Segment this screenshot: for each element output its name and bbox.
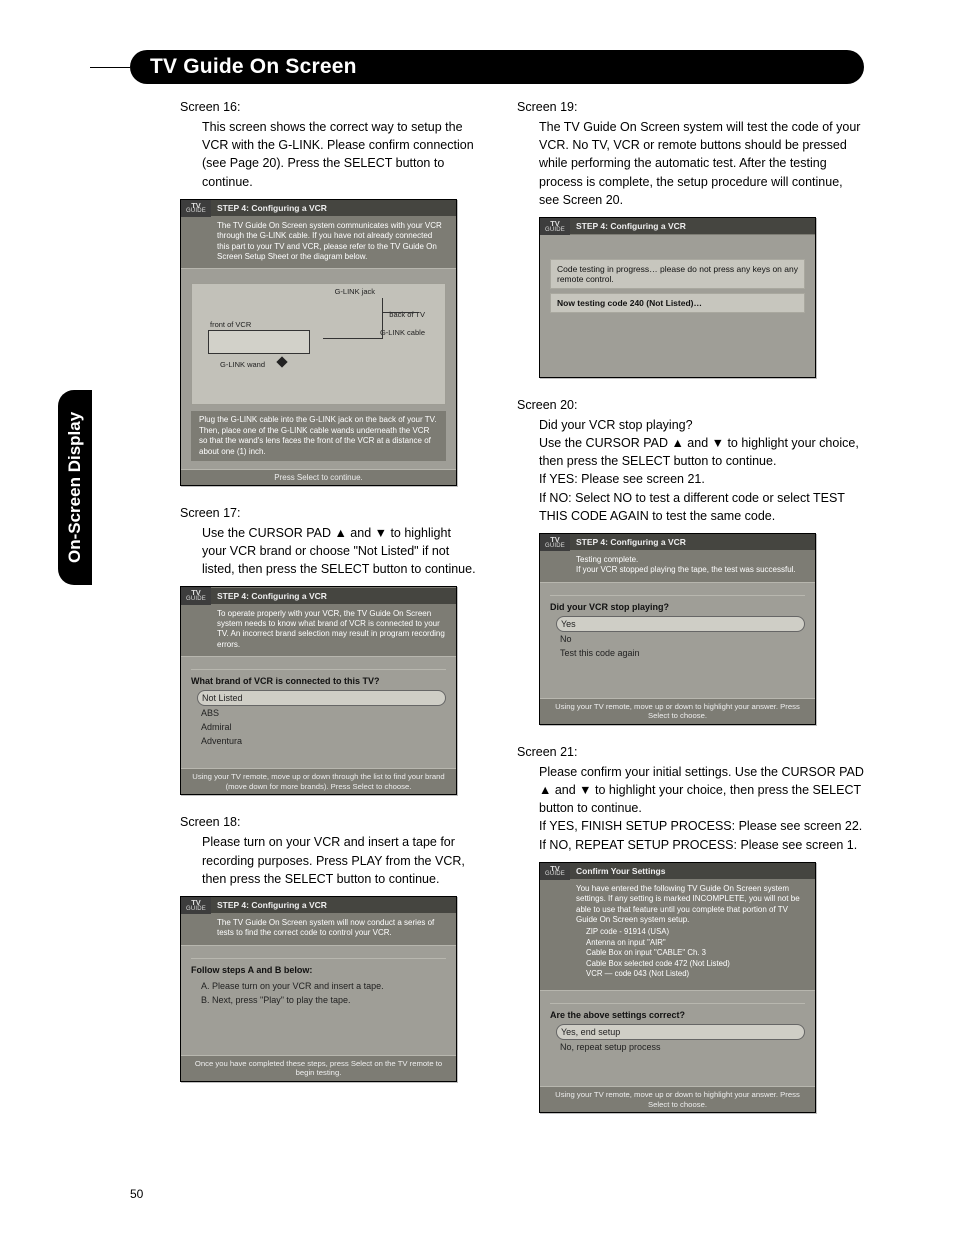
panel-step: STEP 4: Configuring a VCR bbox=[570, 218, 815, 234]
panel-footer: Press Select to continue. bbox=[181, 469, 456, 485]
panel-intro: To operate properly with your VCR, the T… bbox=[181, 605, 456, 658]
diag-glink-jack: G-LINK jack bbox=[335, 288, 375, 296]
screenshot-panel-21: TVGUIDE Confirm Your Settings You have e… bbox=[539, 862, 816, 1114]
option-not-listed[interactable]: Not Listed bbox=[197, 690, 446, 706]
screen-19: Screen 19: The TV Guide On Screen system… bbox=[517, 98, 864, 378]
diag-wand-label: G-LINK wand bbox=[220, 360, 265, 369]
option-yes-end[interactable]: Yes, end setup bbox=[556, 1024, 805, 1040]
code-test-status: Now testing code 240 (Not Listed)… bbox=[550, 293, 805, 313]
screen-17: Screen 17: Use the CURSOR PAD ▲ and ▼ to… bbox=[130, 504, 477, 795]
option-no[interactable]: No bbox=[556, 632, 805, 646]
option-abs[interactable]: ABS bbox=[197, 706, 446, 720]
screen-label: Screen 17: bbox=[180, 504, 477, 522]
setting-vcr: VCR — code 043 (Not Listed) bbox=[586, 969, 805, 980]
screen-label: Screen 16: bbox=[180, 98, 477, 116]
panel-question: Did your VCR stop playing? bbox=[550, 595, 805, 612]
panel-hint: Using your TV remote, move up or down to… bbox=[540, 1086, 815, 1112]
section-title-bar: TV Guide On Screen bbox=[130, 50, 864, 84]
screen-body: Please turn on your VCR and insert a tap… bbox=[202, 833, 477, 887]
tvguide-logo: TVGUIDE bbox=[540, 218, 570, 235]
panel-question: Are the above settings correct? bbox=[550, 1003, 805, 1020]
setting-zip: ZIP code - 91914 (USA) bbox=[586, 927, 805, 938]
screen-body: Did your VCR stop playing? Use the CURSO… bbox=[539, 416, 864, 525]
screen-body: This screen shows the correct way to set… bbox=[202, 118, 477, 191]
panel-intro: The TV Guide On Screen system will now c… bbox=[181, 914, 456, 946]
panel-question: Follow steps A and B below: bbox=[191, 958, 446, 975]
screen-label: Screen 21: bbox=[517, 743, 864, 761]
option-yes[interactable]: Yes bbox=[556, 616, 805, 632]
screen-16: Screen 16: This screen shows the correct… bbox=[130, 98, 477, 486]
screenshot-panel-20: TVGUIDE STEP 4: Configuring a VCR Testin… bbox=[539, 533, 816, 725]
tvguide-logo: TVGUIDE bbox=[181, 200, 211, 217]
panel-hint: Using your TV remote, move up or down th… bbox=[181, 768, 456, 794]
screen-21: Screen 21: Please confirm your initial s… bbox=[517, 743, 864, 1113]
option-adventura[interactable]: Adventura bbox=[197, 734, 446, 748]
tvguide-logo: TVGUIDE bbox=[540, 534, 570, 551]
glink-diagram: G-LINK jack front of VCR back of TV G-LI… bbox=[191, 283, 446, 405]
panel-step: Confirm Your Settings bbox=[570, 863, 815, 879]
page-number: 50 bbox=[130, 1187, 143, 1201]
step-b: B. Next, press "Play" to play the tape. bbox=[197, 993, 446, 1007]
left-column: Screen 16: This screen shows the correct… bbox=[130, 98, 477, 1131]
tvguide-logo: TVGUIDE bbox=[181, 587, 211, 604]
option-no-repeat[interactable]: No, repeat setup process bbox=[556, 1040, 805, 1054]
screen-18: Screen 18: Please turn on your VCR and i… bbox=[130, 813, 477, 1082]
panel-intro: The TV Guide On Screen system communicat… bbox=[181, 217, 456, 270]
right-column: Screen 19: The TV Guide On Screen system… bbox=[517, 98, 864, 1131]
screen-label: Screen 18: bbox=[180, 813, 477, 831]
code-test-msg: Code testing in progress… please do not … bbox=[550, 259, 805, 289]
panel-step: STEP 4: Configuring a VCR bbox=[211, 588, 456, 604]
tvguide-logo: TVGUIDE bbox=[181, 897, 211, 914]
setting-cable: Cable Box on input "CABLE" Ch. 3 bbox=[586, 948, 805, 959]
panel-step: STEP 4: Configuring a VCR bbox=[570, 534, 815, 550]
screen-body: The TV Guide On Screen system will test … bbox=[539, 118, 864, 209]
panel-step: STEP 4: Configuring a VCR bbox=[211, 200, 456, 216]
panel-question: What brand of VCR is connected to this T… bbox=[191, 669, 446, 686]
panel-step: STEP 4: Configuring a VCR bbox=[211, 897, 456, 913]
setting-cbox: Cable Box selected code 472 (Not Listed) bbox=[586, 959, 805, 970]
screen-20: Screen 20: Did your VCR stop playing? Us… bbox=[517, 396, 864, 725]
panel-note: Plug the G-LINK cable into the G-LINK ja… bbox=[191, 411, 446, 461]
diag-vcr-label: front of VCR bbox=[210, 320, 251, 329]
panel-hint: Using your TV remote, move up or down to… bbox=[540, 698, 815, 724]
screenshot-panel-16: TVGUIDE STEP 4: Configuring a VCR The TV… bbox=[180, 199, 457, 486]
step-a: A. Please turn on your VCR and insert a … bbox=[197, 979, 446, 993]
option-admiral[interactable]: Admiral bbox=[197, 720, 446, 734]
tvguide-logo: TVGUIDE bbox=[540, 863, 570, 880]
screen-label: Screen 20: bbox=[517, 396, 864, 414]
screenshot-panel-18: TVGUIDE STEP 4: Configuring a VCR The TV… bbox=[180, 896, 457, 1082]
option-test-again[interactable]: Test this code again bbox=[556, 646, 805, 660]
panel-intro: You have entered the following TV Guide … bbox=[540, 880, 815, 991]
settings-list: ZIP code - 91914 (USA) Antenna on input … bbox=[576, 925, 805, 984]
diag-cable-label: G-LINK cable bbox=[380, 328, 425, 337]
section-title: TV Guide On Screen bbox=[150, 55, 357, 79]
screenshot-panel-19: TVGUIDE STEP 4: Configuring a VCR Code t… bbox=[539, 217, 816, 378]
screen-label: Screen 19: bbox=[517, 98, 864, 116]
panel-hint: Once you have completed these steps, pre… bbox=[181, 1055, 456, 1081]
screen-body: Please confirm your initial settings. Us… bbox=[539, 763, 864, 854]
panel-intro: Testing complete. If your VCR stopped pl… bbox=[540, 551, 815, 583]
screen-body: Use the CURSOR PAD ▲ and ▼ to highlight … bbox=[202, 524, 477, 578]
side-tab: On-Screen Display bbox=[58, 390, 92, 585]
screenshot-panel-17: TVGUIDE STEP 4: Configuring a VCR To ope… bbox=[180, 586, 457, 795]
setting-ant: Antenna on input "AIR" bbox=[586, 938, 805, 949]
